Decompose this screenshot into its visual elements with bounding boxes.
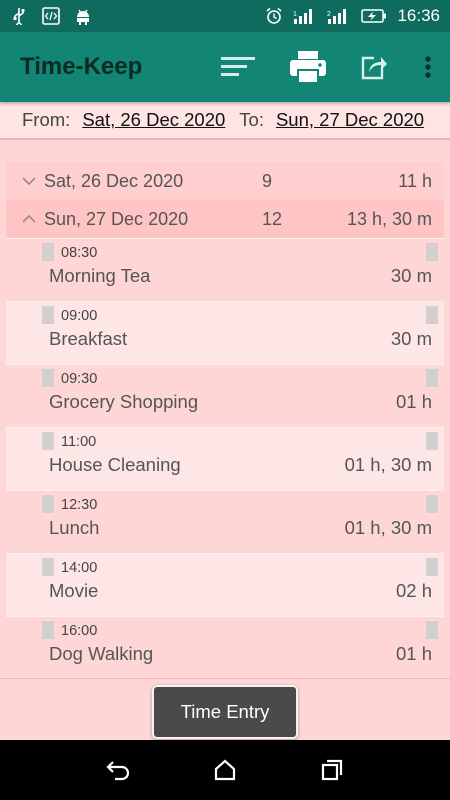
time-entry-row[interactable]: 16:00 Dog Walking 01 h <box>6 616 444 679</box>
time-entry-row[interactable]: 11:00 House Cleaning 01 h, 30 m <box>6 427 444 490</box>
entry-marker <box>426 432 438 450</box>
entry-marker <box>42 306 54 324</box>
time-entry-button[interactable]: Time Entry <box>152 685 298 739</box>
recents-icon <box>321 759 342 781</box>
group-header[interactable]: Sun, 27 Dec 2020 12 13 h, 30 m <box>6 200 444 238</box>
entry-marker <box>42 369 54 387</box>
entry-marker <box>426 369 438 387</box>
home-button[interactable] <box>205 750 245 790</box>
date-range-bar: From: Sat, 26 Dec 2020 To: Sun, 27 Dec 2… <box>0 102 450 140</box>
entry-marker <box>42 432 54 450</box>
entry-marker <box>426 621 438 639</box>
to-label: To: <box>239 109 264 130</box>
entry-time: 09:00 <box>61 308 98 324</box>
entry-duration: 30 m <box>390 265 432 286</box>
entry-time: 11:00 <box>61 434 97 450</box>
battery-charging-icon <box>361 7 387 25</box>
from-label: From: <box>22 109 71 130</box>
entry-duration: 30 m <box>390 328 432 349</box>
home-icon <box>214 759 236 781</box>
recents-button[interactable] <box>312 750 352 790</box>
entry-duration: 01 h <box>395 391 432 412</box>
entry-duration: 01 h, 30 m <box>344 517 432 538</box>
chevron-down-icon <box>20 172 38 190</box>
time-entry-row[interactable]: 12:30 Lunch 01 h, 30 m <box>6 490 444 553</box>
print-button[interactable] <box>288 42 328 92</box>
entry-marker <box>426 306 438 324</box>
entry-marker <box>426 558 438 576</box>
entry-time: 08:30 <box>61 245 98 261</box>
entry-name: Lunch <box>49 517 100 538</box>
svg-text:2: 2 <box>327 11 331 18</box>
status-left-icons <box>10 7 92 25</box>
entry-name: Dog Walking <box>49 643 154 664</box>
status-time: 16:36 <box>397 6 440 25</box>
sort-icon <box>221 57 255 76</box>
signal-icon-1: 1 <box>293 7 317 25</box>
more-options-button[interactable] <box>420 42 436 92</box>
app-actions <box>218 42 431 92</box>
print-icon <box>290 51 326 84</box>
alarm-icon <box>265 7 283 25</box>
share-icon <box>361 56 387 80</box>
entry-name: Breakfast <box>49 328 128 349</box>
status-right-icons: 1 2 16:36 <box>265 6 440 26</box>
to-date-picker[interactable]: Sun, 27 Dec 2020 <box>276 109 424 131</box>
group-count: 12 <box>262 208 283 229</box>
status-bar: 1 2 16:36 <box>0 0 450 32</box>
time-entry-row[interactable]: 14:00 Movie 02 h <box>6 553 444 616</box>
entry-time: 14:00 <box>61 560 98 576</box>
system-nav-bar <box>0 740 450 800</box>
entry-marker <box>42 495 54 513</box>
bottom-action-bar: Time Entry <box>0 678 450 740</box>
entry-time: 12:30 <box>61 497 98 513</box>
entries-list: Sat, 26 Dec 2020 9 11 h Sun, 27 Dec 2020… <box>6 162 444 679</box>
signal-icon-2: 2 <box>327 7 351 25</box>
developer-mode-icon <box>42 7 60 25</box>
android-debug-icon <box>74 7 92 25</box>
entry-marker <box>426 495 438 513</box>
entry-duration: 02 h <box>395 580 432 601</box>
from-date-picker[interactable]: Sat, 26 Dec 2020 <box>82 109 225 131</box>
back-icon <box>106 761 130 781</box>
sort-button[interactable] <box>218 42 258 92</box>
entry-time: 09:30 <box>61 371 98 387</box>
entry-marker <box>42 243 54 261</box>
entry-name: Movie <box>49 580 99 601</box>
share-button[interactable] <box>358 42 390 92</box>
entry-time: 16:00 <box>61 623 98 639</box>
group-date: Sat, 26 Dec 2020 <box>44 170 184 191</box>
entry-duration: 01 h, 30 m <box>344 454 432 475</box>
group-header[interactable]: Sat, 26 Dec 2020 9 11 h <box>6 162 444 200</box>
time-entry-row[interactable]: 08:30 Morning Tea 30 m <box>6 238 444 301</box>
entry-duration: 01 h <box>395 643 432 664</box>
time-entry-row[interactable]: 09:30 Grocery Shopping 01 h <box>6 364 444 427</box>
entry-name: Grocery Shopping <box>49 391 199 412</box>
svg-text:1: 1 <box>293 11 297 18</box>
app-title: Time-Keep <box>20 53 143 80</box>
app-bar: Time-Keep <box>0 32 450 102</box>
entry-name: House Cleaning <box>49 454 181 475</box>
time-entry-row[interactable]: 09:00 Breakfast 30 m <box>6 301 444 364</box>
back-button[interactable] <box>98 750 138 790</box>
chevron-up-icon <box>20 210 38 228</box>
usb-icon <box>10 7 28 25</box>
group-date: Sun, 27 Dec 2020 <box>44 208 189 229</box>
entry-marker <box>426 243 438 261</box>
entry-name: Morning Tea <box>49 265 151 286</box>
group-total: 13 h, 30 m <box>346 208 432 229</box>
group-total: 11 h <box>398 170 432 191</box>
entry-marker <box>42 621 54 639</box>
more-icon <box>425 56 431 78</box>
group-count: 9 <box>262 170 273 191</box>
entry-marker <box>42 558 54 576</box>
